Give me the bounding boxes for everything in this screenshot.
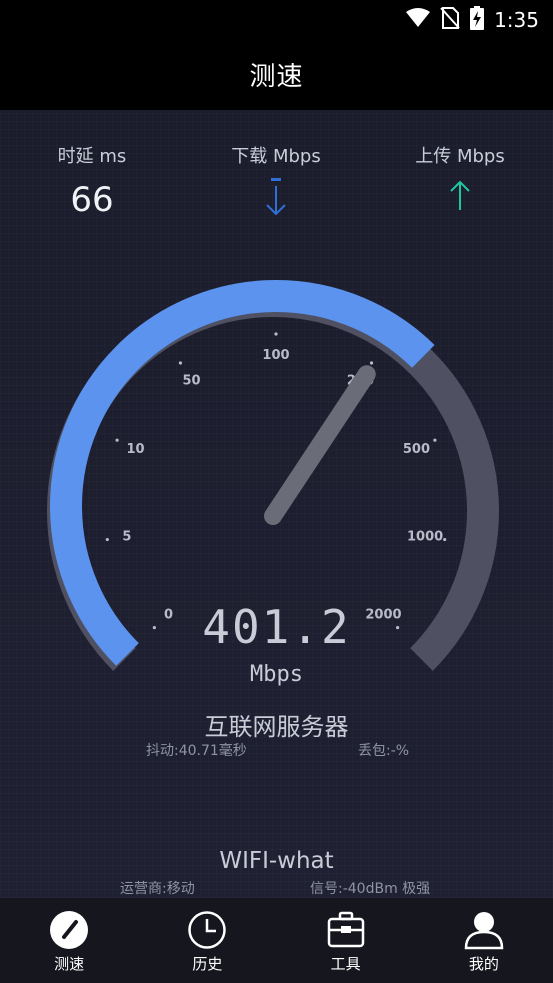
gauge-tick-mark [115,438,119,442]
speed-value: 401.2 [202,600,351,654]
gauge-tick-label: 500 [403,442,430,457]
user-icon [464,910,504,950]
speedometer-icon [49,910,89,950]
status-bar: 1:35 [0,0,553,38]
server-name: 互联网服务器 [204,713,349,741]
gauge-needle [264,365,376,525]
carrier-stat: 运营商:移动 [120,881,195,897]
nav-item-tools[interactable]: 工具 [277,898,415,983]
wifi-icon [406,8,431,32]
nav-item-profile[interactable]: 我的 [415,898,553,983]
nav-label-tools: 工具 [330,955,361,973]
network-name: WIFI-what [219,848,334,874]
no-sim-icon [440,7,460,33]
gauge-tick-mark [274,332,278,336]
status-time: 1:35 [494,8,539,32]
nav-item-history[interactable]: 历史 [138,898,276,983]
gauge-tick-mark [105,537,109,542]
gauge-tick-label: 50 [183,374,201,389]
nav-label-profile: 我的 [468,955,499,973]
speed-unit: Mbps [250,662,303,687]
gauge-tick-mark [443,537,447,542]
page-title: 测速 [249,61,304,92]
gauge-tick-label: 100 [262,348,289,363]
status-icons: 1:35 [406,6,539,34]
toolbox-icon [326,910,366,950]
gauge-tick-mark [433,438,437,442]
nav-item-speed-test[interactable]: 测速 [0,898,138,983]
gauge-tick-mark [369,361,374,365]
gauge-tick-label: 1000 [407,530,443,545]
gauge-tick-label: 10 [127,442,145,457]
app-bar: 测速 [0,38,553,110]
nav-label-history: 历史 [192,955,223,973]
speed-test-panel: 时延 ms 66 下载 Mbps 上传 Mbps 051050100250500… [0,110,553,898]
gauge-ticks: 05105010025050010002000 [105,332,447,630]
battery-charging-icon [470,6,485,34]
gauge-tick-mark [178,361,183,365]
packet-loss-stat: 丢包:-% [358,743,410,759]
gauge-tick-label: 5 [122,530,131,545]
signal-stat: 信号:-40dBm 极强 [310,881,431,897]
nav-label-speed-test: 测速 [54,955,85,973]
bottom-nav: 测速 历史 工具 我的 [0,898,553,983]
clock-icon [187,910,227,950]
jitter-stat: 抖动:40.71毫秒 [146,743,247,759]
